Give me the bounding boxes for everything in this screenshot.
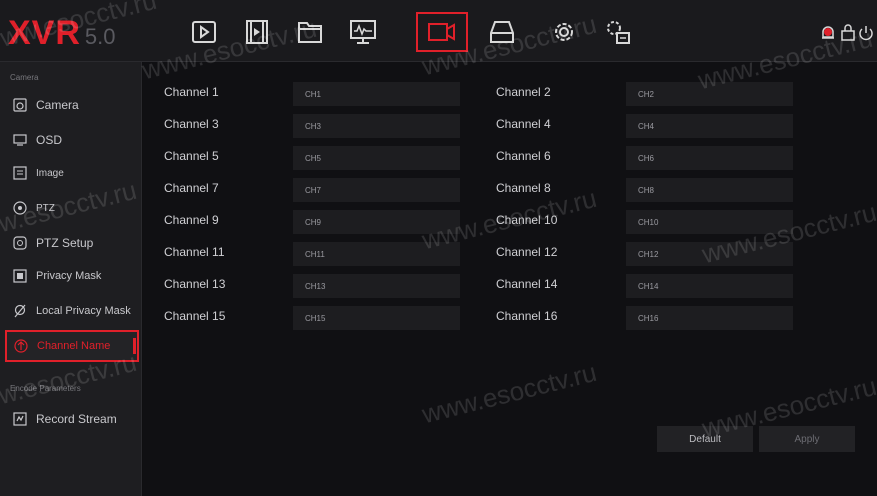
channel-label: Channel 10 <box>496 213 558 227</box>
lock-screen-icon[interactable] <box>839 22 857 44</box>
default-button[interactable]: Default <box>657 426 753 452</box>
channel-name-input[interactable] <box>626 146 793 170</box>
channel-label: Channel 11 <box>164 245 225 259</box>
monitor-icon <box>12 132 28 148</box>
camera-icon[interactable] <box>416 12 468 52</box>
sidebar-item-ptz-setup[interactable]: PTZ Setup <box>6 228 140 258</box>
channel-label: Channel 15 <box>164 309 226 323</box>
sidebar: Camera Camera OSD Image PTZ PTZ Setup Pr… <box>0 62 142 496</box>
logo-brand: XVR <box>8 14 81 52</box>
channel-label: Channel 16 <box>496 309 558 323</box>
channel-label: Channel 5 <box>164 149 219 163</box>
channel-name-input[interactable] <box>626 114 793 138</box>
file-icon[interactable] <box>284 12 336 52</box>
channel-label: Channel 13 <box>164 277 226 291</box>
channel-name-input[interactable] <box>293 274 460 298</box>
channel-name-input[interactable] <box>293 146 460 170</box>
channel-label: Channel 3 <box>164 117 219 131</box>
channel-name-input[interactable] <box>293 306 460 330</box>
sidebar-item-label: PTZ Setup <box>36 236 94 250</box>
channel-label: Channel 9 <box>164 213 219 227</box>
channel-name-input[interactable] <box>626 82 793 106</box>
section-encode-heading: Encode Parameters <box>10 384 81 393</box>
camera-small-icon <box>12 97 28 113</box>
sidebar-item-label: Camera <box>36 98 79 112</box>
channel-name-input[interactable] <box>293 178 460 202</box>
channel-label: Channel 1 <box>164 85 219 99</box>
sidebar-item-channel-name[interactable]: Channel Name <box>5 330 139 362</box>
channel-name-input[interactable] <box>626 178 793 202</box>
logo-version: 5.0 <box>84 24 116 49</box>
sidebar-item-label: OSD <box>36 133 63 147</box>
privacy-mask-icon <box>12 268 28 284</box>
video-clip-icon[interactable] <box>231 12 283 52</box>
sidebar-item-label: Local Privacy Mask <box>36 305 131 317</box>
sidebar-item-ptz[interactable]: PTZ <box>6 193 140 223</box>
channel-name-input[interactable] <box>626 274 793 298</box>
channel-name-input[interactable] <box>293 242 460 266</box>
channel-name-input[interactable] <box>626 306 793 330</box>
system-info-icon[interactable] <box>337 12 389 52</box>
sidebar-item-camera[interactable]: Camera <box>6 90 140 120</box>
channel-name-input[interactable] <box>626 210 793 234</box>
channel-label: Channel 4 <box>496 117 551 131</box>
channel-name-input[interactable] <box>293 114 460 138</box>
channel-label: Channel 2 <box>496 85 551 99</box>
sidebar-item-label: PTZ <box>36 202 55 214</box>
channel-name-input[interactable] <box>293 210 460 234</box>
ptz-icon <box>12 200 28 216</box>
settings-icon[interactable] <box>538 12 590 52</box>
advanced-settings-icon[interactable] <box>592 12 644 52</box>
sidebar-item-label: Privacy Mask <box>36 270 102 282</box>
xvr-logo: XVR 5.0 <box>8 14 116 53</box>
section-camera-heading: Camera <box>10 73 39 82</box>
sidebar-item-record-stream[interactable]: Record Stream <box>6 404 140 434</box>
sidebar-item-local-privacy-mask[interactable]: Local Privacy Mask <box>6 296 140 326</box>
image-settings-icon <box>12 165 28 181</box>
channel-label: Channel 14 <box>496 277 558 291</box>
ptz-setup-icon <box>12 235 28 251</box>
top-bar: XVR 5.0 <box>0 0 877 62</box>
alarm-bell-icon[interactable] <box>818 22 838 44</box>
channel-name-input[interactable] <box>293 82 460 106</box>
channel-label: Channel 6 <box>496 149 551 163</box>
channel-name-input[interactable] <box>626 242 793 266</box>
channel-name-panel: Channel 1 Channel 2 Channel 3 Channel 4 … <box>143 62 877 496</box>
record-stream-icon <box>12 411 28 427</box>
sidebar-item-osd[interactable]: OSD <box>6 125 140 155</box>
channel-name-icon <box>13 338 29 354</box>
playback-icon[interactable] <box>178 12 230 52</box>
channel-label: Channel 12 <box>496 245 558 259</box>
sidebar-item-privacy-mask[interactable]: Privacy Mask <box>6 261 140 291</box>
channel-label: Channel 8 <box>496 181 551 195</box>
sidebar-item-label: Image <box>36 167 64 179</box>
apply-button[interactable]: Apply <box>759 426 855 452</box>
storage-icon[interactable] <box>476 12 528 52</box>
sidebar-item-label: Channel Name <box>37 340 111 352</box>
channel-label: Channel 7 <box>164 181 219 195</box>
sidebar-item-label: Record Stream <box>36 412 117 426</box>
sidebar-item-image[interactable]: Image <box>6 158 140 188</box>
local-privacy-mask-icon <box>12 303 28 319</box>
power-icon[interactable] <box>857 22 875 44</box>
